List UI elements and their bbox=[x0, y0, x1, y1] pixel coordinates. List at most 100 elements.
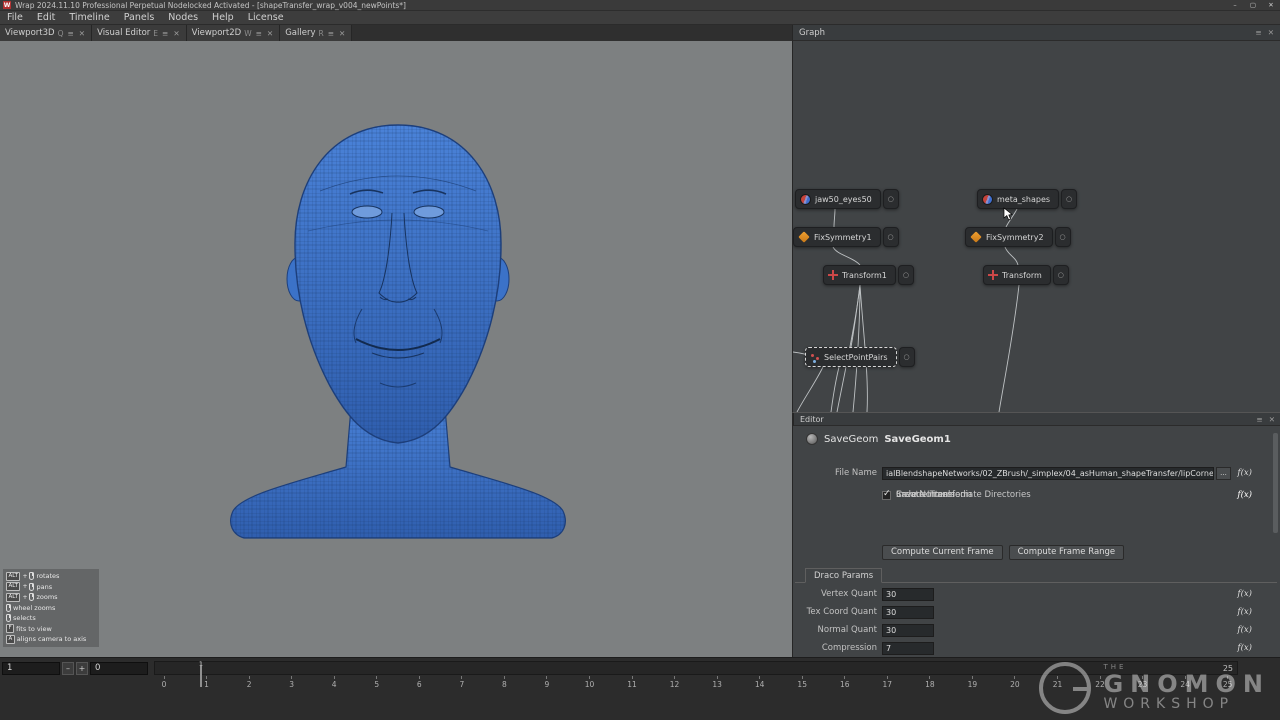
node-toggle[interactable]: ○ bbox=[899, 347, 915, 367]
node-toggle[interactable]: ○ bbox=[898, 265, 914, 285]
maximize-button[interactable]: ▢ bbox=[1244, 0, 1262, 10]
close-icon[interactable]: ✕ bbox=[1268, 28, 1274, 37]
start-frame-field[interactable]: 0 bbox=[90, 662, 148, 675]
param-input[interactable]: 7 bbox=[882, 642, 934, 655]
hint-row: ALT + zooms bbox=[6, 592, 96, 603]
node-type: SaveGeom bbox=[824, 434, 878, 445]
menu-icon[interactable]: ≡ bbox=[161, 29, 169, 38]
frame-tick: 13 bbox=[711, 676, 723, 690]
frame-tick: 20 bbox=[1009, 676, 1021, 690]
node-selectpointpairs[interactable]: SelectPointPairs ○ bbox=[805, 347, 915, 367]
menu-item[interactable]: Edit bbox=[30, 11, 62, 25]
node-meta-shapes[interactable]: meta_shapes ○ bbox=[977, 189, 1077, 209]
hint-text: zooms bbox=[36, 593, 57, 601]
menu-item[interactable]: Help bbox=[205, 11, 241, 25]
close-icon[interactable]: ✕ bbox=[78, 29, 86, 38]
option-label: Create Intermediate Directories bbox=[896, 490, 1031, 500]
minimize-button[interactable]: – bbox=[1226, 0, 1244, 10]
param-input[interactable]: 30 bbox=[882, 588, 934, 601]
node-fixsymmetry2[interactable]: FixSymmetry2 ○ bbox=[965, 227, 1071, 247]
fx-expression-button[interactable]: f(x) bbox=[1237, 607, 1252, 617]
menu-icon[interactable]: ≡ bbox=[255, 29, 263, 38]
fx-expression-button[interactable]: f(x) bbox=[1237, 589, 1252, 599]
timeline-ruler[interactable]: 0 1 2 3 4 5 6 7 8 9 10 11 bbox=[158, 676, 1234, 690]
window-controls: – ▢ ✕ bbox=[1226, 0, 1280, 10]
panel-tab[interactable]: Viewport2D W ≡ ✕ bbox=[187, 25, 281, 41]
panel-tab[interactable]: Gallery R ≡ ✕ bbox=[280, 25, 352, 41]
window-title: Wrap 2024.11.10 Professional Perpetual N… bbox=[15, 1, 406, 10]
menu-item[interactable]: Panels bbox=[117, 11, 162, 25]
plus-sign: + bbox=[22, 573, 27, 580]
plus-sign: + bbox=[22, 583, 27, 590]
mouse-wheel-icon bbox=[6, 604, 11, 612]
node-toggle[interactable]: ○ bbox=[1053, 265, 1069, 285]
compute-current-frame-button[interactable]: Compute Current Frame bbox=[882, 545, 1003, 560]
hint-row: wheel zooms bbox=[6, 603, 96, 614]
compute-buttons-row: Compute Current Frame Compute Frame Rang… bbox=[793, 544, 1280, 560]
node-transform1[interactable]: Transform1 ○ bbox=[823, 265, 914, 285]
close-button[interactable]: ✕ bbox=[1262, 0, 1280, 10]
checkbox[interactable] bbox=[882, 491, 891, 500]
fx-expression-button[interactable]: f(x) bbox=[1237, 643, 1252, 653]
param-row: Vertex Quant 30 f(x) bbox=[793, 585, 1280, 603]
fx-expression-button[interactable]: f(x) bbox=[1237, 625, 1252, 635]
menu-item[interactable]: Nodes bbox=[161, 11, 205, 25]
close-icon[interactable]: ✕ bbox=[338, 29, 346, 38]
node-toggle[interactable]: ○ bbox=[1055, 227, 1071, 247]
tab-label: Visual Editor bbox=[97, 28, 150, 38]
menu-item[interactable]: License bbox=[241, 11, 291, 25]
graph-panel[interactable]: jaw50_eyes50 ○ meta_shapes ○ FixSymmetry… bbox=[792, 41, 1280, 412]
close-icon[interactable]: ✕ bbox=[1269, 415, 1275, 424]
node-toggle[interactable]: ○ bbox=[1061, 189, 1077, 209]
compute-frame-range-button[interactable]: Compute Frame Range bbox=[1009, 545, 1125, 560]
fix-symmetry-icon bbox=[798, 231, 809, 242]
frame-tick: 3 bbox=[286, 676, 298, 690]
scrollbar[interactable] bbox=[1273, 433, 1278, 533]
frame-decrement-button[interactable]: – bbox=[62, 662, 74, 675]
draco-params-list: Vertex Quant 30 f(x) Tex Coord Quant 30 … bbox=[793, 585, 1280, 657]
node-toggle[interactable]: ○ bbox=[883, 189, 899, 209]
menu-item[interactable]: Timeline bbox=[62, 11, 116, 25]
tab-shortcut: W bbox=[244, 29, 251, 38]
editor-panel-title: Editor bbox=[800, 415, 824, 424]
menu-item[interactable]: File bbox=[0, 11, 30, 25]
panel-tab[interactable]: Visual Editor E ≡ ✕ bbox=[92, 25, 187, 41]
frame-tick: 4 bbox=[328, 676, 340, 690]
param-input[interactable]: 30 bbox=[882, 606, 934, 619]
menu-icon[interactable]: ≡ bbox=[1256, 415, 1262, 424]
frame-tick: 25 bbox=[1222, 676, 1234, 690]
file-name-input[interactable]: ialBlendshapeNetworks/02_ZBrush/_simplex… bbox=[882, 467, 1214, 480]
param-input[interactable]: 30 bbox=[882, 624, 934, 637]
frame-tick: 19 bbox=[966, 676, 978, 690]
alt-key: ALT bbox=[6, 593, 20, 602]
a-key: A bbox=[6, 635, 15, 644]
fx-expression-button[interactable]: f(x) bbox=[1237, 490, 1252, 500]
frame-increment-button[interactable]: + bbox=[76, 662, 88, 675]
menu-icon[interactable]: ≡ bbox=[66, 29, 74, 38]
node-toggle[interactable]: ○ bbox=[883, 227, 899, 247]
close-icon[interactable]: ✕ bbox=[172, 29, 180, 38]
editor-panel-header: Editor ≡ ✕ bbox=[793, 413, 1280, 426]
timeline-track[interactable]: 1 25 bbox=[154, 661, 1238, 675]
hint-text: wheel zooms bbox=[13, 604, 55, 612]
node-fixsymmetry1[interactable]: FixSymmetry1 ○ bbox=[793, 227, 899, 247]
param-row: Compression 7 f(x) bbox=[793, 639, 1280, 657]
draco-params-tab[interactable]: Draco Params bbox=[805, 568, 882, 583]
editor-panel: Editor ≡ ✕ SaveGeom SaveGeom1 File Name … bbox=[792, 412, 1280, 657]
head-model[interactable] bbox=[0, 41, 792, 657]
viewport-3d[interactable]: ALT + rotates ALT + pans ALT + zooms whe… bbox=[0, 41, 792, 657]
f-key: F bbox=[6, 624, 14, 633]
current-frame-field[interactable]: 1 bbox=[2, 662, 60, 675]
end-frame-label: 25 bbox=[1223, 664, 1233, 673]
title-bar: W Wrap 2024.11.10 Professional Perpetual… bbox=[0, 0, 1280, 11]
timeline: 1 – + 0 1 25 0 1 2 3 4 bbox=[0, 657, 1280, 720]
fx-expression-button[interactable]: f(x) bbox=[1237, 468, 1252, 478]
node-label: Transform bbox=[1002, 271, 1042, 280]
menu-icon[interactable]: ≡ bbox=[1255, 28, 1261, 37]
close-icon[interactable]: ✕ bbox=[266, 29, 274, 38]
node-transform[interactable]: Transform ○ bbox=[983, 265, 1069, 285]
panel-tab[interactable]: Viewport3D Q ≡ ✕ bbox=[0, 25, 92, 41]
menu-icon[interactable]: ≡ bbox=[327, 29, 335, 38]
browse-button[interactable]: ... bbox=[1216, 467, 1231, 480]
node-jaw50-eyes50[interactable]: jaw50_eyes50 ○ bbox=[795, 189, 899, 209]
